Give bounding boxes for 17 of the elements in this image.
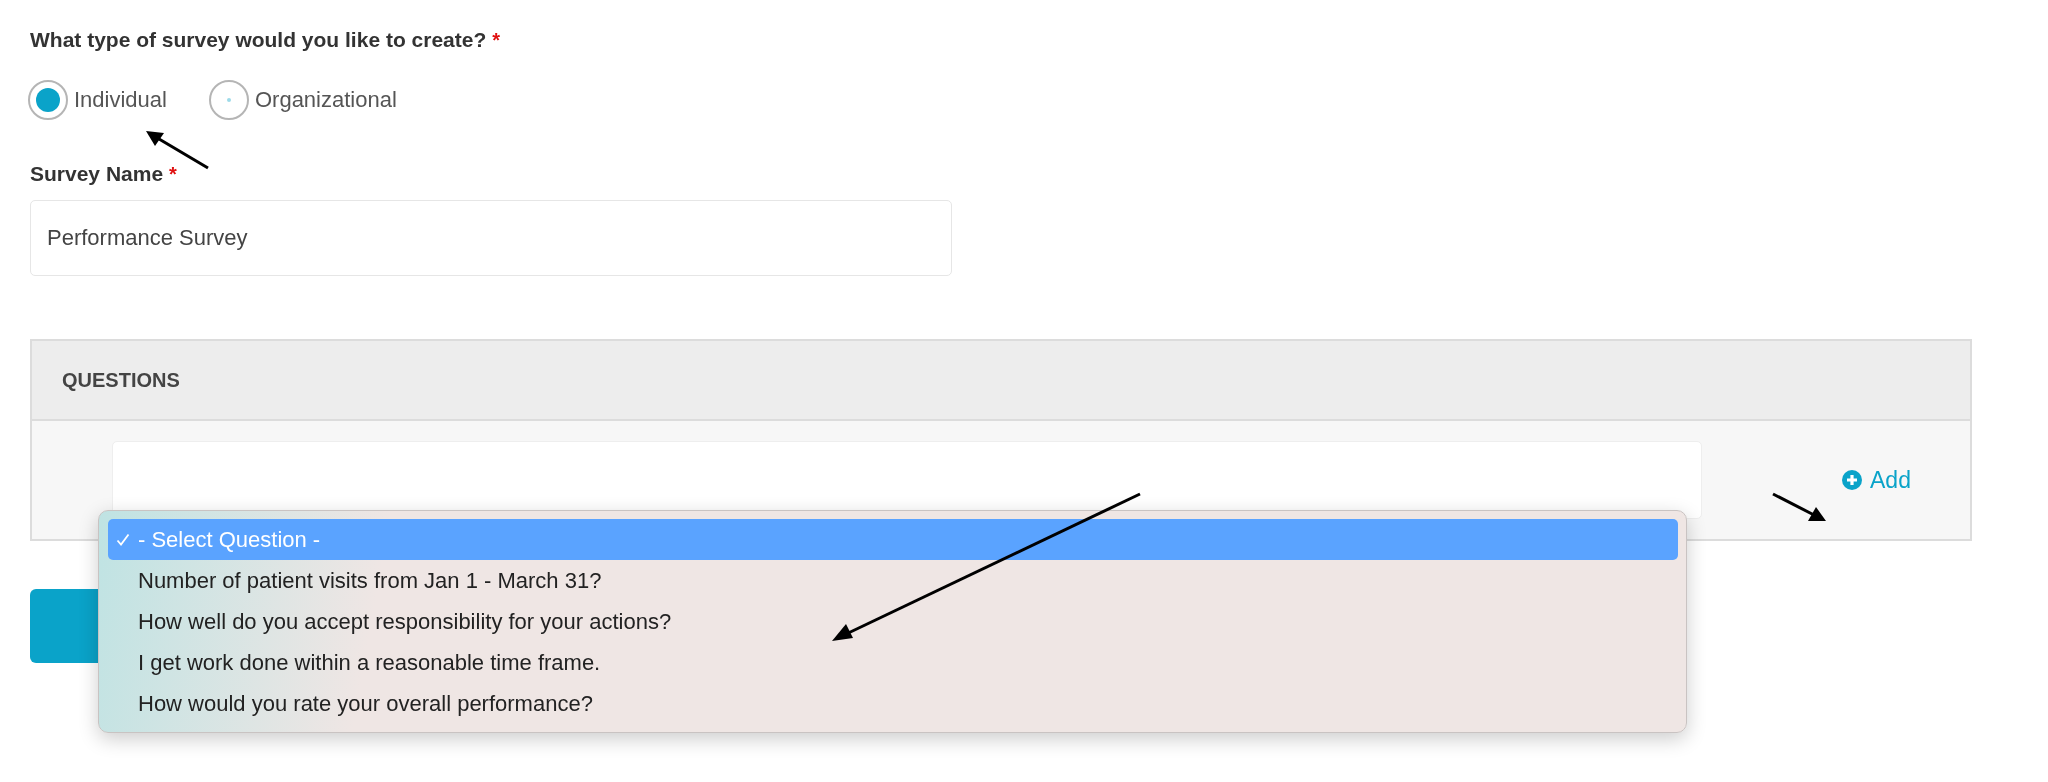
radio-button[interactable] (28, 80, 68, 120)
question-label: What type of survey would you like to create? (30, 28, 487, 52)
radio-label[interactable]: Individual (74, 87, 167, 113)
required-mark: * (169, 163, 177, 186)
radio-button[interactable] (208, 80, 249, 120)
plus-icon (1842, 470, 1862, 490)
dropdown-option[interactable]: Number of patient visits from Jan 1 - March 31? (108, 560, 1678, 601)
survey-name-field[interactable]: Performance Survey (30, 200, 952, 276)
radio-label[interactable]: Organizational (254, 87, 397, 113)
field-label: Survey Name (30, 162, 164, 186)
dropdown-option[interactable]: How would you rate your overall performance? (108, 683, 1678, 724)
annotation-arrow (1772, 492, 1826, 522)
required-mark: * (492, 29, 501, 52)
dropdown-option[interactable]: I get work done within a reasonable time frame. (108, 642, 1678, 683)
dropdown-option[interactable]: How well do you accept responsibility for your actions? (108, 601, 1678, 642)
check-icon (116, 532, 130, 547)
panel-title: QUESTIONS (62, 368, 180, 392)
